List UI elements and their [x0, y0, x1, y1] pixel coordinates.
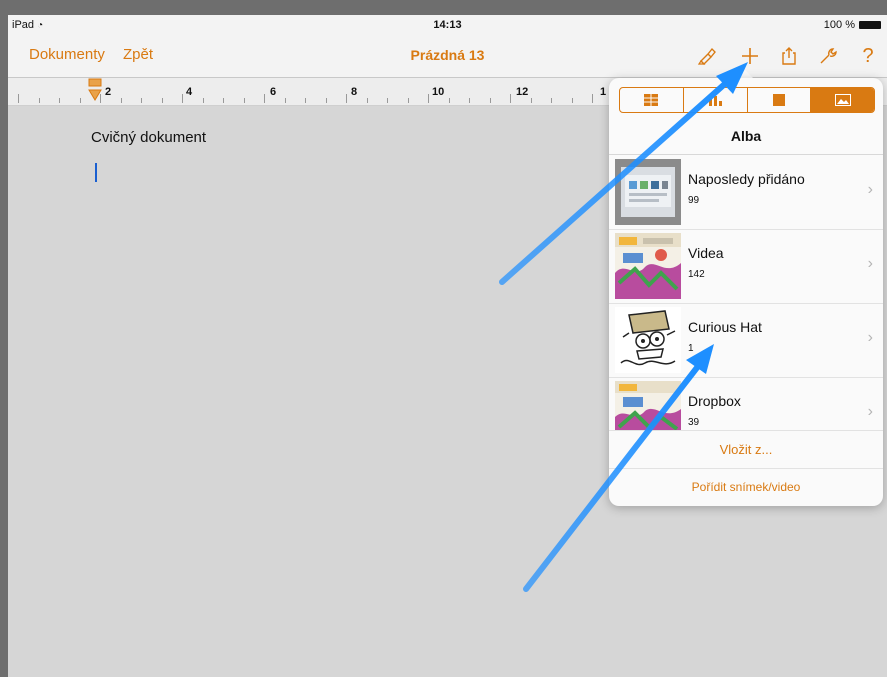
ruler-tick [572, 98, 573, 103]
ruler-tick [18, 94, 19, 103]
album-thumbnail [615, 159, 681, 225]
ruler-tick [141, 98, 142, 103]
ruler-tick [592, 94, 593, 103]
ruler-label: 10 [432, 86, 445, 98]
ruler-tick [244, 98, 245, 103]
wrench-icon[interactable] [815, 43, 841, 69]
insert-media-popover: Alba Naposledy přidáno 99 › Videa 142 › … [609, 78, 883, 506]
ruler-tick [121, 98, 122, 103]
albums-header: Alba [609, 118, 883, 155]
status-right: 100 % [824, 19, 881, 31]
plus-icon[interactable] [737, 43, 763, 69]
ruler-tick [510, 94, 511, 103]
ruler-tick [449, 98, 450, 103]
text-cursor [95, 163, 97, 182]
ruler-tick [182, 94, 183, 103]
ruler-label: 12 [516, 86, 529, 98]
brush-icon[interactable] [694, 43, 720, 69]
insert-from-button[interactable]: Vložit z... [609, 431, 883, 469]
ruler-label: 8 [351, 86, 358, 98]
ruler-tick [387, 98, 388, 103]
ruler-tick [223, 98, 224, 103]
ruler-label: 6 [270, 86, 277, 98]
chevron-right-icon: › [867, 403, 873, 420]
album-row[interactable]: Curious Hat 1 › [609, 303, 883, 378]
ruler-tick [531, 98, 532, 103]
document-title[interactable]: Cvičný dokument [91, 129, 206, 146]
share-icon[interactable] [776, 43, 802, 69]
chart-icon[interactable] [684, 88, 748, 112]
ruler-tick [490, 98, 491, 103]
album-name: Curious Hat [688, 319, 762, 335]
shape-icon[interactable] [748, 88, 812, 112]
ruler-tick [326, 98, 327, 103]
ruler-tick [367, 98, 368, 103]
ruler-tick [346, 94, 347, 103]
ruler-tick [59, 98, 60, 103]
album-count: 142 [688, 269, 705, 280]
chevron-right-icon: › [867, 329, 873, 346]
insert-type-segmented-control [619, 87, 875, 113]
ruler-tick [428, 94, 429, 103]
table-icon[interactable] [620, 88, 684, 112]
ruler-tick [469, 98, 470, 103]
album-row[interactable]: Naposledy přidáno 99 › [609, 155, 883, 230]
album-name: Dropbox [688, 393, 741, 409]
battery-icon [859, 21, 881, 29]
album-count: 1 [688, 343, 694, 354]
ruler-tick [551, 98, 552, 103]
album-row[interactable]: Dropbox 39 › [609, 377, 883, 431]
ruler-tick [408, 98, 409, 103]
ruler-tick [80, 98, 81, 103]
album-row[interactable]: Videa 142 › [609, 229, 883, 304]
status-bar: iPad ◔ 14:13 100 % [8, 15, 887, 35]
ruler-tick [305, 98, 306, 103]
ruler-tick [264, 94, 265, 103]
album-thumbnail [615, 307, 681, 373]
ruler-tick [162, 98, 163, 103]
album-count: 39 [688, 417, 700, 428]
album-count: 99 [688, 195, 700, 206]
chevron-right-icon: › [867, 255, 873, 272]
help-icon[interactable]: ? [855, 43, 881, 69]
album-name: Naposledy přidáno [688, 171, 805, 187]
toolbar: Dokumenty Zpět Prázdná 13 ? [8, 35, 887, 78]
ruler-tick [39, 98, 40, 103]
take-photo-video-button[interactable]: Pořídit snímek/video [609, 469, 883, 506]
ruler-tick [100, 94, 101, 103]
chevron-right-icon: › [867, 181, 873, 198]
status-time: 14:13 [433, 19, 462, 31]
album-thumbnail [615, 381, 681, 430]
ruler-label: 2 [105, 86, 112, 98]
ruler-label: 4 [186, 86, 193, 98]
album-name: Videa [688, 245, 724, 261]
media-icon[interactable] [811, 88, 874, 112]
battery-percent: 100 % [823, 19, 855, 31]
ipad-screen: iPad ◔ 14:13 100 % Dokumenty Zpět Prázdn… [8, 15, 887, 677]
album-thumbnail [615, 233, 681, 299]
ruler-label: 1 [600, 86, 607, 98]
ruler-tick [285, 98, 286, 103]
ruler-tick [203, 98, 204, 103]
